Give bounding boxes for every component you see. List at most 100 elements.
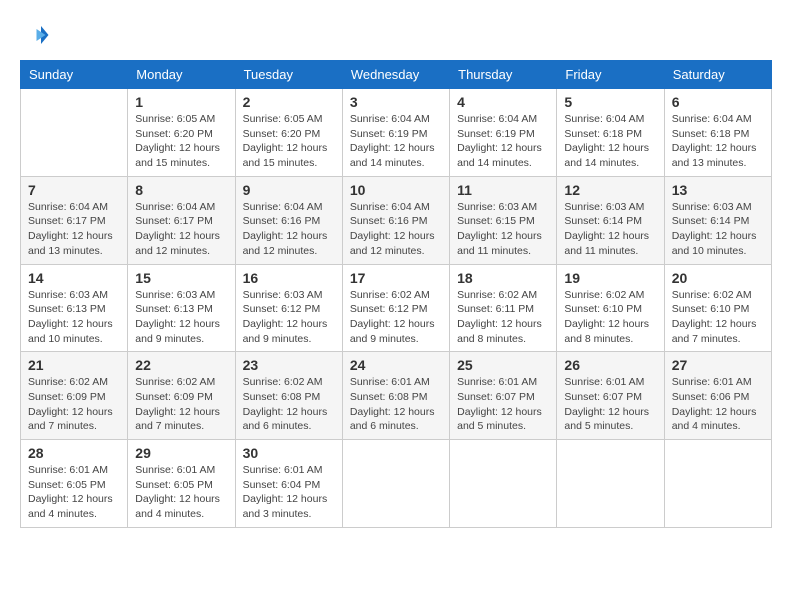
day-info: Sunrise: 6:01 AM Sunset: 6:05 PM Dayligh…	[135, 463, 227, 522]
day-info: Sunrise: 6:04 AM Sunset: 6:18 PM Dayligh…	[672, 112, 764, 171]
calendar-cell: 28 Sunrise: 6:01 AM Sunset: 6:05 PM Dayli…	[21, 440, 128, 528]
calendar-cell: 20 Sunrise: 6:02 AM Sunset: 6:10 PM Dayli…	[664, 264, 771, 352]
calendar-cell: 8 Sunrise: 6:04 AM Sunset: 6:17 PM Daylig…	[128, 176, 235, 264]
day-info: Sunrise: 6:02 AM Sunset: 6:08 PM Dayligh…	[243, 375, 335, 434]
day-number: 5	[564, 94, 656, 110]
day-info: Sunrise: 6:04 AM Sunset: 6:17 PM Dayligh…	[28, 200, 120, 259]
col-monday: Monday	[128, 61, 235, 89]
day-info: Sunrise: 6:03 AM Sunset: 6:14 PM Dayligh…	[564, 200, 656, 259]
day-number: 9	[243, 182, 335, 198]
day-info: Sunrise: 6:03 AM Sunset: 6:13 PM Dayligh…	[135, 288, 227, 347]
col-wednesday: Wednesday	[342, 61, 449, 89]
day-info: Sunrise: 6:01 AM Sunset: 6:05 PM Dayligh…	[28, 463, 120, 522]
calendar-cell: 26 Sunrise: 6:01 AM Sunset: 6:07 PM Dayli…	[557, 352, 664, 440]
day-number: 15	[135, 270, 227, 286]
day-number: 22	[135, 357, 227, 373]
day-info: Sunrise: 6:01 AM Sunset: 6:07 PM Dayligh…	[564, 375, 656, 434]
day-info: Sunrise: 6:04 AM Sunset: 6:16 PM Dayligh…	[243, 200, 335, 259]
day-number: 28	[28, 445, 120, 461]
calendar-cell: 11 Sunrise: 6:03 AM Sunset: 6:15 PM Dayli…	[450, 176, 557, 264]
day-number: 16	[243, 270, 335, 286]
calendar-cell: 2Sunrise: 6:05 AM Sunset: 6:20 PM Daylig…	[235, 89, 342, 177]
day-info: Sunrise: 6:04 AM Sunset: 6:17 PM Dayligh…	[135, 200, 227, 259]
weekday-header-row: Sunday Monday Tuesday Wednesday Thursday…	[21, 61, 772, 89]
day-number: 7	[28, 182, 120, 198]
day-number: 18	[457, 270, 549, 286]
day-info: Sunrise: 6:03 AM Sunset: 6:14 PM Dayligh…	[672, 200, 764, 259]
day-number: 13	[672, 182, 764, 198]
day-info: Sunrise: 6:01 AM Sunset: 6:04 PM Dayligh…	[243, 463, 335, 522]
day-info: Sunrise: 6:02 AM Sunset: 6:09 PM Dayligh…	[135, 375, 227, 434]
day-info: Sunrise: 6:01 AM Sunset: 6:06 PM Dayligh…	[672, 375, 764, 434]
calendar-week-row: 21 Sunrise: 6:02 AM Sunset: 6:09 PM Dayli…	[21, 352, 772, 440]
day-info: Sunrise: 6:03 AM Sunset: 6:13 PM Dayligh…	[28, 288, 120, 347]
day-info: Sunrise: 6:04 AM Sunset: 6:18 PM Dayligh…	[564, 112, 656, 171]
calendar-cell: 1Sunrise: 6:05 AM Sunset: 6:20 PM Daylig…	[128, 89, 235, 177]
calendar-week-row: 7 Sunrise: 6:04 AM Sunset: 6:17 PM Daylig…	[21, 176, 772, 264]
calendar-cell: 18 Sunrise: 6:02 AM Sunset: 6:11 PM Dayli…	[450, 264, 557, 352]
calendar-week-row: 28 Sunrise: 6:01 AM Sunset: 6:05 PM Dayli…	[21, 440, 772, 528]
calendar-cell: 9 Sunrise: 6:04 AM Sunset: 6:16 PM Daylig…	[235, 176, 342, 264]
day-info: Sunrise: 6:02 AM Sunset: 6:11 PM Dayligh…	[457, 288, 549, 347]
day-number: 12	[564, 182, 656, 198]
day-number: 23	[243, 357, 335, 373]
calendar-cell: 30Sunrise: 6:01 AM Sunset: 6:04 PM Dayli…	[235, 440, 342, 528]
calendar-week-row: 1Sunrise: 6:05 AM Sunset: 6:20 PM Daylig…	[21, 89, 772, 177]
calendar-cell: 6 Sunrise: 6:04 AM Sunset: 6:18 PM Daylig…	[664, 89, 771, 177]
calendar-cell: 16 Sunrise: 6:03 AM Sunset: 6:12 PM Dayli…	[235, 264, 342, 352]
day-info: Sunrise: 6:02 AM Sunset: 6:10 PM Dayligh…	[672, 288, 764, 347]
calendar-cell	[342, 440, 449, 528]
day-info: Sunrise: 6:03 AM Sunset: 6:15 PM Dayligh…	[457, 200, 549, 259]
calendar-cell: 15 Sunrise: 6:03 AM Sunset: 6:13 PM Dayli…	[128, 264, 235, 352]
calendar-cell: 10 Sunrise: 6:04 AM Sunset: 6:16 PM Dayli…	[342, 176, 449, 264]
day-number: 17	[350, 270, 442, 286]
day-number: 6	[672, 94, 764, 110]
day-number: 3	[350, 94, 442, 110]
calendar-cell: 27Sunrise: 6:01 AM Sunset: 6:06 PM Dayli…	[664, 352, 771, 440]
day-info: Sunrise: 6:04 AM Sunset: 6:19 PM Dayligh…	[457, 112, 549, 171]
day-info: Sunrise: 6:04 AM Sunset: 6:19 PM Dayligh…	[350, 112, 442, 171]
calendar-cell: 5 Sunrise: 6:04 AM Sunset: 6:18 PM Daylig…	[557, 89, 664, 177]
logo	[20, 20, 54, 50]
day-number: 14	[28, 270, 120, 286]
day-number: 25	[457, 357, 549, 373]
col-thursday: Thursday	[450, 61, 557, 89]
calendar-cell: 21 Sunrise: 6:02 AM Sunset: 6:09 PM Dayli…	[21, 352, 128, 440]
calendar-cell: 14 Sunrise: 6:03 AM Sunset: 6:13 PM Dayli…	[21, 264, 128, 352]
calendar-cell: 4 Sunrise: 6:04 AM Sunset: 6:19 PM Daylig…	[450, 89, 557, 177]
day-info: Sunrise: 6:04 AM Sunset: 6:16 PM Dayligh…	[350, 200, 442, 259]
day-info: Sunrise: 6:05 AM Sunset: 6:20 PM Dayligh…	[243, 112, 335, 171]
calendar-cell: 12 Sunrise: 6:03 AM Sunset: 6:14 PM Dayli…	[557, 176, 664, 264]
day-number: 26	[564, 357, 656, 373]
calendar-cell	[664, 440, 771, 528]
calendar-cell: 13 Sunrise: 6:03 AM Sunset: 6:14 PM Dayli…	[664, 176, 771, 264]
calendar-cell: 3 Sunrise: 6:04 AM Sunset: 6:19 PM Daylig…	[342, 89, 449, 177]
day-number: 8	[135, 182, 227, 198]
day-info: Sunrise: 6:01 AM Sunset: 6:08 PM Dayligh…	[350, 375, 442, 434]
day-number: 29	[135, 445, 227, 461]
calendar-cell: 23 Sunrise: 6:02 AM Sunset: 6:08 PM Dayli…	[235, 352, 342, 440]
col-saturday: Saturday	[664, 61, 771, 89]
calendar-table: Sunday Monday Tuesday Wednesday Thursday…	[20, 60, 772, 528]
day-info: Sunrise: 6:05 AM Sunset: 6:20 PM Dayligh…	[135, 112, 227, 171]
day-info: Sunrise: 6:03 AM Sunset: 6:12 PM Dayligh…	[243, 288, 335, 347]
calendar-cell: 25 Sunrise: 6:01 AM Sunset: 6:07 PM Dayli…	[450, 352, 557, 440]
calendar-cell: 17 Sunrise: 6:02 AM Sunset: 6:12 PM Dayli…	[342, 264, 449, 352]
col-sunday: Sunday	[21, 61, 128, 89]
day-number: 24	[350, 357, 442, 373]
calendar-cell: 22 Sunrise: 6:02 AM Sunset: 6:09 PM Dayli…	[128, 352, 235, 440]
day-info: Sunrise: 6:02 AM Sunset: 6:09 PM Dayligh…	[28, 375, 120, 434]
day-number: 21	[28, 357, 120, 373]
col-friday: Friday	[557, 61, 664, 89]
calendar-cell: 19Sunrise: 6:02 AM Sunset: 6:10 PM Dayli…	[557, 264, 664, 352]
day-info: Sunrise: 6:02 AM Sunset: 6:12 PM Dayligh…	[350, 288, 442, 347]
day-number: 10	[350, 182, 442, 198]
day-number: 11	[457, 182, 549, 198]
calendar-week-row: 14 Sunrise: 6:03 AM Sunset: 6:13 PM Dayli…	[21, 264, 772, 352]
day-number: 4	[457, 94, 549, 110]
day-number: 20	[672, 270, 764, 286]
calendar-cell	[450, 440, 557, 528]
day-info: Sunrise: 6:01 AM Sunset: 6:07 PM Dayligh…	[457, 375, 549, 434]
day-info: Sunrise: 6:02 AM Sunset: 6:10 PM Dayligh…	[564, 288, 656, 347]
calendar-cell	[21, 89, 128, 177]
